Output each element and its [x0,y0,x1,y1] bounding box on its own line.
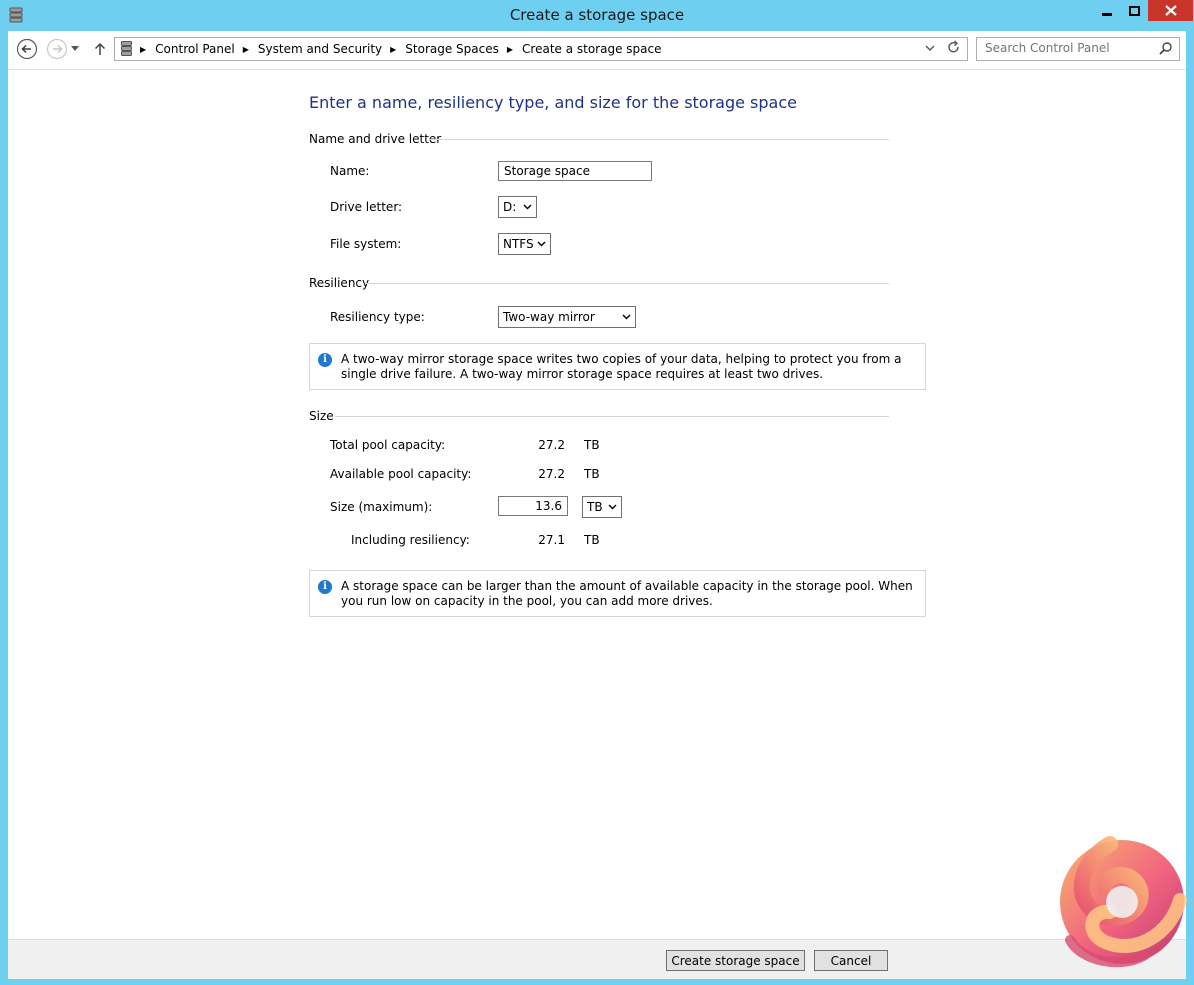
size-unit-value: TB [587,500,603,514]
breadcrumb-separator-icon[interactable]: ▶ [243,45,249,54]
watermark-logo [1060,836,1187,968]
breadcrumb-separator-icon[interactable]: ▶ [507,45,513,54]
available-pool-capacity-label: Available pool capacity: [330,467,472,481]
file-system-value: NTFS [503,237,534,251]
section-name-and-drive-letter: Name and drive letter [309,132,442,146]
file-system-label: File system: [330,237,402,251]
resiliency-type-value: Two-way mirror [503,310,595,324]
resiliency-type-label: Resiliency type: [330,310,425,324]
resiliency-type-select[interactable]: Two-way mirror [498,306,636,328]
total-pool-capacity-label: Total pool capacity: [330,438,446,452]
up-button[interactable] [90,37,110,61]
drive-letter-select[interactable]: D: [498,196,537,218]
drive-letter-value: D: [503,200,517,214]
create-storage-space-button[interactable]: Create storage space [666,950,805,971]
resiliency-info-box: i A two-way mirror storage space writes … [309,343,926,390]
breadcrumb-separator-icon[interactable]: ▶ [140,45,146,54]
breadcrumb-storage-spaces[interactable]: Storage Spaces [405,42,499,56]
address-bar-controls [925,40,961,56]
breadcrumb-separator-icon[interactable]: ▶ [390,45,396,54]
chevron-down-icon [71,46,79,51]
storage-spaces-icon [121,41,132,56]
chevron-down-icon [537,241,546,247]
including-resiliency-label: Including resiliency: [351,533,470,547]
maximize-icon [1128,5,1140,16]
name-input[interactable] [498,161,652,181]
chevron-down-icon[interactable] [925,40,935,56]
name-label: Name: [330,164,370,178]
size-input[interactable] [498,496,568,516]
size-info-text: A storage space can be larger than the a… [341,579,913,608]
chevron-down-icon [622,314,631,320]
navigation-bar: ▶ Control Panel ▶ System and Security ▶ … [8,31,1186,70]
available-pool-capacity-value: 27.2 [538,467,565,481]
including-resiliency-value: 27.1 [538,533,565,547]
address-bar[interactable]: ▶ Control Panel ▶ System and Security ▶ … [114,37,968,61]
recent-pages-button[interactable] [68,37,82,61]
resiliency-info-text: A two-way mirror storage space writes tw… [341,352,902,381]
close-icon [1164,5,1177,16]
info-icon: i [318,580,332,594]
window-title: Create a storage space [509,6,685,24]
chevron-down-icon [523,204,532,210]
available-pool-capacity-unit: TB [584,467,600,481]
info-icon: i [318,353,332,367]
refresh-icon[interactable] [947,40,961,56]
close-button[interactable] [1148,0,1193,21]
breadcrumb-current-page[interactable]: Create a storage space [522,42,661,56]
section-divider [429,139,889,140]
cancel-button[interactable]: Cancel [814,950,888,971]
search-icon[interactable] [1159,41,1173,55]
forward-button[interactable] [45,37,69,61]
size-maximum-label: Size (maximum): [330,500,433,514]
section-size: Size [309,409,334,423]
maximize-button[interactable] [1121,0,1147,21]
breadcrumb-control-panel[interactable]: Control Panel [155,42,235,56]
up-arrow-icon [94,42,106,55]
file-system-select[interactable]: NTFS [498,233,551,255]
size-unit-select[interactable]: TB [582,496,622,518]
forward-arrow-icon [46,38,68,60]
including-resiliency-unit: TB [584,533,600,547]
breadcrumb-system-and-security[interactable]: System and Security [258,42,382,56]
chevron-down-icon [608,504,617,510]
search-input[interactable] [977,38,1155,58]
breadcrumb: ▶ Control Panel ▶ System and Security ▶ … [140,42,662,56]
back-arrow-icon [16,38,38,60]
search-box[interactable] [976,37,1180,61]
total-pool-capacity-value: 27.2 [538,438,565,452]
back-button[interactable] [15,37,39,61]
main-content: Enter a name, resiliency type, and size … [8,70,1186,939]
section-resiliency: Resiliency [309,276,370,290]
size-info-box: i A storage space can be larger than the… [309,570,926,617]
footer: Create storage space Cancel [8,939,1186,979]
window: Create a storage space ▶ Control Panel ▶… [0,0,1194,985]
drive-letter-label: Drive letter: [330,200,403,214]
section-divider [335,416,889,417]
minimize-button[interactable] [1093,0,1120,21]
section-divider [366,283,889,284]
total-pool-capacity-unit: TB [584,438,600,452]
title-bar[interactable]: Create a storage space [0,0,1194,31]
minimize-icon [1101,12,1112,16]
page-title: Enter a name, resiliency type, and size … [309,93,797,112]
client-area: ▶ Control Panel ▶ System and Security ▶ … [8,31,1186,979]
